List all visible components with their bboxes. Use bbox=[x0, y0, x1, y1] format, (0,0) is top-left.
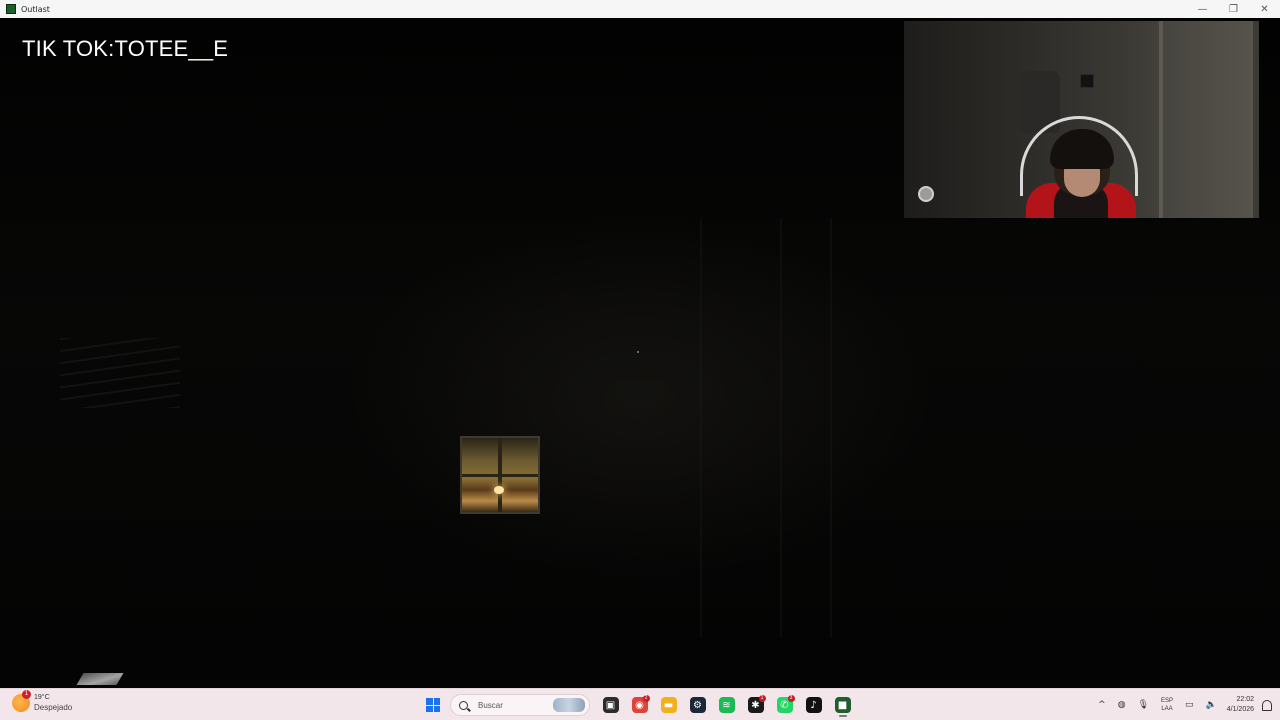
weather-widget[interactable]: 1 19°C Despejado bbox=[12, 690, 73, 713]
taskbar-app-whatsapp[interactable]: ✆ 3 bbox=[772, 692, 798, 718]
language-indicator[interactable]: ESP LAA bbox=[1161, 697, 1173, 713]
clock[interactable]: 22:02 4/1/2026 bbox=[1227, 695, 1254, 715]
taskbar-search[interactable]: Buscar bbox=[450, 694, 590, 716]
search-placeholder: Buscar bbox=[478, 700, 503, 710]
crosshair bbox=[637, 351, 639, 353]
lit-window bbox=[460, 436, 540, 514]
notification-bell-icon[interactable] bbox=[1262, 699, 1272, 711]
microphone-icon[interactable]: 🎙 bbox=[1138, 700, 1149, 710]
taskbar-app-file-explorer[interactable]: ▬ bbox=[656, 692, 682, 718]
cam-doorframe bbox=[1159, 21, 1163, 218]
webcam-logo-icon bbox=[918, 186, 934, 202]
clock-date: 4/1/2026 bbox=[1226, 706, 1254, 713]
display-icon[interactable]: ▭ bbox=[1185, 700, 1194, 710]
taskbar-app-steam[interactable]: ⚙ bbox=[685, 692, 711, 718]
task-view-icon: ▣ bbox=[602, 697, 619, 713]
windows-logo-icon bbox=[426, 698, 440, 712]
scene-pillar bbox=[780, 218, 782, 638]
window-titlebar: Outlast — ❐ ✕ bbox=[0, 0, 1280, 19]
outlast-app-icon bbox=[6, 4, 16, 14]
maximize-button[interactable]: ❐ bbox=[1218, 0, 1249, 18]
taskbar-app-task-view[interactable]: ▣ bbox=[598, 692, 624, 718]
game-viewport[interactable]: TIK TOK:TOTEE__E bbox=[0, 18, 1280, 688]
steam-icon: ⚙ bbox=[689, 697, 706, 713]
window-controls: — ❐ ✕ bbox=[1187, 0, 1280, 18]
floor-glint bbox=[76, 673, 124, 685]
search-highlight-image bbox=[553, 698, 585, 712]
volume-icon[interactable]: 🔈 bbox=[1206, 700, 1217, 710]
weather-desc: Despejado bbox=[34, 703, 73, 712]
lamp-light bbox=[494, 486, 504, 494]
lang-line1: ESP bbox=[1161, 698, 1174, 704]
taskbar-app-app-red-black[interactable]: ✱ 1 bbox=[743, 692, 769, 718]
spotify-icon: ≋ bbox=[718, 697, 735, 713]
taskbar-app-spotify[interactable]: ≋ bbox=[714, 692, 740, 718]
taskbar-app-tiktok[interactable]: ♪ bbox=[801, 692, 827, 718]
close-button[interactable]: ✕ bbox=[1249, 0, 1280, 18]
taskbar-apps: Buscar ▣ ◉ 2 ▬ ⚙ ≋ ✱ 1 ✆ 3 ♪ ■ bbox=[420, 689, 857, 720]
notification-badge: 1 bbox=[758, 695, 766, 702]
scene-pillar bbox=[830, 218, 832, 638]
notification-badge: 2 bbox=[642, 695, 650, 702]
outlast-icon: ■ bbox=[834, 697, 851, 713]
network-icon[interactable]: ◍ bbox=[1118, 700, 1126, 710]
weather-badge: 1 bbox=[22, 690, 31, 699]
system-tray: ^ ◍ 🎙 ESP LAA ▭ 🔈 22:02 4/1/2026 bbox=[1092, 689, 1280, 720]
weather-temp: 19°C bbox=[34, 694, 50, 701]
tiktok-icon: ♪ bbox=[805, 697, 822, 713]
window-title: Outlast bbox=[21, 4, 50, 14]
webcam-overlay bbox=[904, 21, 1259, 218]
notification-badge: 3 bbox=[787, 695, 795, 702]
clock-time: 22:02 bbox=[1236, 696, 1254, 703]
scene-pillar bbox=[700, 218, 702, 638]
file-explorer-icon: ▬ bbox=[660, 697, 677, 713]
wall-detail bbox=[60, 338, 180, 408]
taskbar: 1 19°C Despejado Buscar ▣ ◉ 2 ▬ ⚙ ≋ ✱ 1 ✆ 3 ♪ ■ ^ ◍… bbox=[0, 688, 1280, 720]
taskbar-app-outlast[interactable]: ■ bbox=[830, 692, 856, 718]
stream-overlay-text: TIK TOK:TOTEE__E bbox=[22, 36, 229, 61]
cam-background-door bbox=[1163, 21, 1253, 218]
search-icon bbox=[459, 700, 468, 710]
taskbar-app-chrome[interactable]: ◉ 2 bbox=[627, 692, 653, 718]
cam-wall-outlet bbox=[1080, 74, 1094, 88]
start-button[interactable] bbox=[420, 692, 446, 718]
lang-line2: LAA bbox=[1161, 706, 1173, 712]
weather-sun-icon: 1 bbox=[12, 690, 31, 712]
pinned-apps: ▣ ◉ 2 ▬ ⚙ ≋ ✱ 1 ✆ 3 ♪ ■ bbox=[596, 692, 857, 718]
minimize-button[interactable]: — bbox=[1187, 0, 1218, 18]
tray-overflow-chevron-icon[interactable]: ^ bbox=[1098, 700, 1106, 710]
